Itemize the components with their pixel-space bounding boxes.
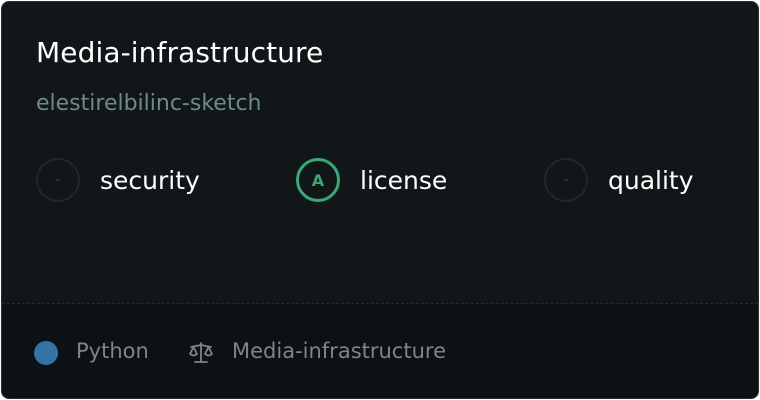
- license-grade-badge: A: [296, 158, 340, 202]
- language-label: Python: [76, 339, 149, 363]
- repo-title[interactable]: Media-infrastructure: [36, 36, 323, 69]
- score-security: - security: [36, 156, 200, 204]
- score-row: - security A license - quality: [36, 156, 736, 204]
- repo-owner[interactable]: elestirelbilinc-sketch: [36, 91, 262, 116]
- license-name: Media-infrastructure: [232, 339, 446, 363]
- quality-grade-badge: -: [544, 158, 588, 202]
- language-color-dot: [34, 341, 58, 365]
- quality-label: quality: [608, 165, 694, 195]
- license-label: license: [360, 165, 448, 195]
- score-license: A license: [296, 156, 447, 204]
- repo-card[interactable]: Media-infrastructure elestirelbilinc-ske…: [1, 1, 759, 399]
- score-quality: - quality: [544, 156, 694, 204]
- security-label: security: [100, 165, 200, 195]
- security-grade-badge: -: [36, 158, 80, 202]
- scale-icon: [189, 342, 213, 363]
- card-footer: Python Media-infrastructure: [2, 303, 758, 398]
